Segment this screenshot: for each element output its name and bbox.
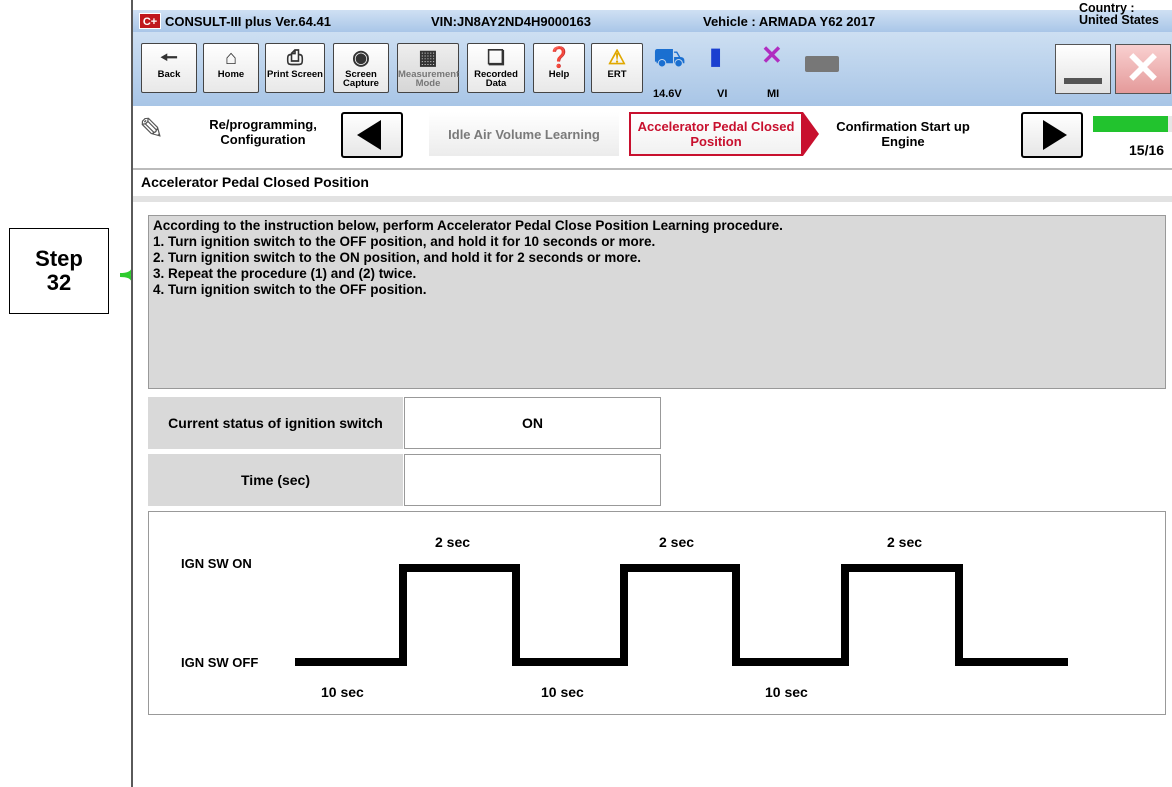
divider (133, 196, 1172, 202)
printer-icon: ⎙ (287, 47, 303, 69)
time-label: Time (sec) (148, 454, 403, 506)
camera-icon: ◉ (352, 47, 370, 69)
ert-label: ERT (607, 69, 627, 80)
back-label: Back (157, 69, 181, 80)
on-duration-1: 2 sec (435, 534, 471, 550)
procedure-nav-bar: ✎ Re/programming, Configuration Idle Air… (133, 106, 1172, 168)
off-duration-2: 10 sec (541, 684, 584, 700)
vi-plug-icon: ▮ (709, 43, 723, 70)
consult-window: C+ CONSULT-III plus Ver.64.41 VIN:JN8AY2… (131, 0, 1172, 787)
measurement-mode-button[interactable]: ▦ Measurement Mode (397, 43, 459, 93)
active-step-pointer (803, 112, 819, 156)
minimize-button[interactable] (1055, 44, 1111, 94)
next-step-button[interactable] (1021, 112, 1083, 158)
progress-count: 15/16 (1129, 142, 1165, 158)
vehicle-label: Vehicle : ARMADA Y62 2017 (703, 14, 876, 29)
crumb-confirmation-start[interactable]: Confirmation Start up Engine (823, 112, 983, 156)
page-title: Accelerator Pedal Closed Position (141, 174, 369, 190)
step-callout: Step 32 (9, 228, 109, 314)
recorded-data-icon: ❏ (487, 47, 505, 69)
home-button[interactable]: ⌂ Home (203, 43, 259, 93)
print-screen-button[interactable]: ⎙ Print Screen (265, 43, 325, 93)
progress-bar (1093, 116, 1172, 132)
title-bar: C+ CONSULT-III plus Ver.64.41 VIN:JN8AY2… (133, 2, 1172, 32)
instruction-panel: According to the instruction below, perf… (148, 215, 1166, 389)
capture-label: Screen Capture (343, 69, 379, 89)
app-name: CONSULT-III plus Ver.64.41 (165, 14, 331, 29)
timing-waveform (295, 564, 1068, 666)
home-label: Home (217, 69, 245, 80)
left-arrow-icon (357, 120, 381, 150)
help-label: Help (548, 69, 570, 80)
ign-on-label: IGN SW ON (181, 556, 252, 571)
toolbar: 🠔 Back ⌂ Home ⎙ Print Screen ◉ Screen Ca… (133, 32, 1172, 106)
close-button[interactable]: ✕ (1115, 44, 1171, 94)
warning-icon: ⚠ (608, 47, 626, 69)
recorded-label: Recorded Data (474, 69, 518, 89)
divider (133, 168, 1172, 170)
time-value (404, 454, 661, 506)
print-label: Print Screen (267, 69, 323, 80)
crumb-idle-air-volume[interactable]: Idle Air Volume Learning (429, 112, 619, 156)
car-icon: ⛟ (653, 42, 686, 72)
ignition-timing-diagram: IGN SW ON IGN SW OFF 2 sec 2 sec 2 sec 1… (148, 511, 1166, 715)
progress-fill (1093, 116, 1168, 132)
back-arrow-icon: 🠔 (160, 47, 178, 69)
screen-capture-button[interactable]: ◉ Screen Capture (333, 43, 389, 93)
back-button[interactable]: 🠔 Back (141, 43, 197, 93)
crumb-accelerator-pedal[interactable]: Accelerator Pedal Closed Position (629, 112, 803, 156)
ignition-status-value: ON (404, 397, 661, 449)
step-callout-number: 32 (46, 270, 72, 295)
ignition-status-label: Current status of ignition switch (148, 397, 403, 449)
home-icon: ⌂ (224, 47, 238, 69)
vi-status: VI (717, 88, 728, 100)
off-duration-3: 10 sec (765, 684, 808, 700)
on-duration-3: 2 sec (887, 534, 923, 550)
help-icon: ❓ (546, 47, 572, 69)
help-button[interactable]: ❓ Help (533, 43, 585, 93)
step-callout-word: Step (35, 246, 83, 271)
right-arrow-icon (1043, 120, 1067, 150)
battery-voltage: 14.6V (653, 88, 682, 100)
measurement-label: Measurement Mode (398, 69, 460, 89)
ert-button[interactable]: ⚠ ERT (591, 43, 643, 93)
minimize-icon (1064, 78, 1102, 84)
app-logo: C+ (139, 13, 161, 29)
country-label: Country : United States (1079, 1, 1159, 27)
close-icon: ✕ (1124, 44, 1162, 93)
vin-label: VIN:JN8AY2ND4H9000163 (431, 14, 591, 29)
prev-step-button[interactable] (341, 112, 403, 158)
recorded-data-button[interactable]: ❏ Recorded Data (467, 43, 525, 93)
ign-off-label: IGN SW OFF (181, 655, 259, 670)
reprogramming-icon: ✎ (139, 113, 165, 146)
on-duration-2: 2 sec (659, 534, 695, 550)
mi-disconnected-icon: ✕ (761, 40, 783, 70)
battery-icon (805, 56, 839, 72)
off-duration-1: 10 sec (321, 684, 364, 700)
crumb-reprogramming: Re/programming, Configuration (209, 117, 317, 147)
mi-status: MI (767, 88, 780, 100)
meter-icon: ▦ (418, 47, 438, 69)
